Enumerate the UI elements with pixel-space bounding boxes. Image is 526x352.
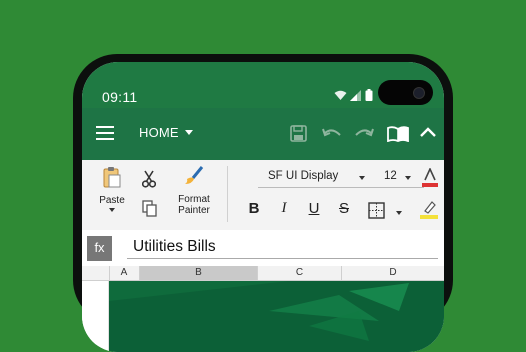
copy-icon[interactable] bbox=[142, 200, 158, 222]
chevron-down-icon[interactable] bbox=[396, 211, 402, 215]
home-tab-dropdown[interactable]: HOME bbox=[139, 125, 193, 140]
ribbon-divider bbox=[227, 166, 228, 222]
front-camera bbox=[378, 80, 433, 105]
scissors-icon[interactable] bbox=[141, 170, 157, 193]
row-headers bbox=[82, 281, 109, 352]
bold-button[interactable]: B bbox=[246, 200, 262, 217]
home-ribbon: Paste Format Painter SF UI Display 12 B … bbox=[82, 160, 444, 231]
chevron-down-icon bbox=[405, 176, 411, 180]
font-color-icon[interactable] bbox=[422, 167, 438, 193]
font-name-select[interactable]: SF UI Display bbox=[258, 170, 375, 188]
formula-input[interactable]: Utilities Bills bbox=[127, 236, 438, 259]
save-icon[interactable] bbox=[290, 125, 307, 142]
signal-icon bbox=[350, 89, 361, 101]
sheet-grid[interactable] bbox=[82, 281, 444, 352]
undo-icon[interactable] bbox=[322, 127, 342, 140]
select-all-corner[interactable] bbox=[82, 266, 110, 280]
home-tab-label: HOME bbox=[139, 125, 179, 140]
camera-lens bbox=[413, 87, 425, 99]
format-painter-label: Format Painter bbox=[178, 194, 210, 216]
menu-icon[interactable] bbox=[96, 125, 116, 141]
column-header-b[interactable]: B bbox=[140, 266, 258, 280]
chevron-down-icon bbox=[184, 130, 193, 135]
highlight-icon[interactable] bbox=[420, 200, 438, 225]
app-toolbar: HOME bbox=[82, 108, 444, 160]
collapse-icon[interactable] bbox=[420, 127, 436, 138]
formula-bar: fx Utilities Bills bbox=[82, 230, 444, 267]
column-header-c[interactable]: C bbox=[258, 266, 342, 280]
status-bar: 09:11 bbox=[82, 62, 444, 108]
redo-icon[interactable] bbox=[354, 127, 374, 140]
chevron-down-icon bbox=[359, 176, 365, 180]
column-headers: A B C D bbox=[82, 266, 444, 281]
wifi-icon bbox=[334, 90, 347, 100]
column-header-d[interactable]: D bbox=[342, 266, 444, 280]
underline-button[interactable]: U bbox=[306, 200, 322, 217]
borders-icon[interactable] bbox=[368, 202, 385, 224]
status-time: 09:11 bbox=[102, 89, 138, 105]
phone-screen: 09:11 HOME Paste Format Painter SF UI Di… bbox=[82, 62, 444, 352]
italic-button[interactable]: I bbox=[276, 200, 292, 217]
fx-button[interactable]: fx bbox=[87, 236, 112, 261]
clipboard-icon bbox=[103, 167, 121, 188]
column-header-a[interactable]: A bbox=[109, 266, 140, 280]
battery-icon bbox=[365, 89, 373, 101]
embedded-image[interactable] bbox=[109, 281, 444, 352]
paste-button[interactable]: Paste bbox=[96, 166, 128, 212]
font-size-select[interactable]: 12 bbox=[374, 170, 424, 188]
chevron-down-icon bbox=[109, 208, 115, 212]
strikethrough-button[interactable]: S bbox=[336, 200, 352, 217]
paste-label: Paste bbox=[99, 195, 125, 206]
book-icon[interactable] bbox=[387, 126, 409, 142]
system-icons bbox=[334, 89, 373, 101]
brush-icon bbox=[185, 166, 204, 184]
format-painter-button[interactable]: Format Painter bbox=[172, 166, 216, 216]
phone-frame: 09:11 HOME Paste Format Painter SF UI Di… bbox=[73, 54, 453, 352]
